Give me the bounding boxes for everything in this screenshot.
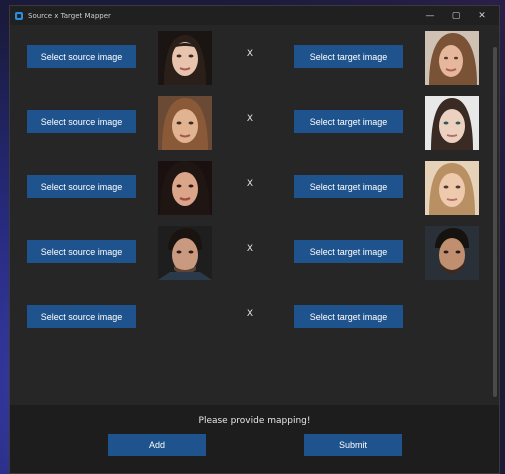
source-image-thumbnail: [158, 161, 212, 215]
source-image-thumbnail: [158, 31, 212, 85]
title-bar[interactable]: Source x Target Mapper — ▢ ✕: [10, 6, 499, 25]
select-target-button[interactable]: Select target image: [294, 305, 403, 328]
mapping-row: Select source image X Select target imag…: [10, 224, 499, 280]
mapping-row: Select source image X Select target imag…: [10, 289, 499, 345]
mapping-list: Select source image X Select target imag…: [10, 25, 499, 405]
target-image-thumbnail: [425, 161, 479, 215]
mapping-separator: X: [246, 114, 254, 124]
maximize-icon[interactable]: ▢: [443, 6, 469, 25]
scrollbar[interactable]: [493, 47, 497, 397]
mapping-row: Select source image X Select target imag…: [10, 159, 499, 215]
select-source-button[interactable]: Select source image: [27, 240, 136, 263]
close-icon[interactable]: ✕: [469, 6, 495, 25]
submit-button[interactable]: Submit: [304, 434, 402, 456]
target-image-thumbnail: [425, 31, 479, 85]
window-controls: — ▢ ✕: [417, 6, 495, 25]
source-image-thumbnail: [158, 96, 212, 150]
target-image-thumbnail: [425, 96, 479, 150]
select-source-button[interactable]: Select source image: [27, 175, 136, 198]
mapping-separator: X: [246, 179, 254, 189]
window-title: Source x Target Mapper: [28, 11, 111, 20]
select-target-button[interactable]: Select target image: [294, 45, 403, 68]
add-button[interactable]: Add: [108, 434, 206, 456]
mapping-separator: X: [246, 244, 254, 254]
source-image-thumbnail: [158, 226, 212, 280]
footer-bar: Please provide mapping! Add Submit: [10, 405, 499, 473]
select-source-button[interactable]: Select source image: [27, 305, 136, 328]
select-target-button[interactable]: Select target image: [294, 240, 403, 263]
minimize-icon[interactable]: —: [417, 6, 443, 25]
select-source-button[interactable]: Select source image: [27, 110, 136, 133]
target-image-thumbnail: [425, 226, 479, 280]
select-source-button[interactable]: Select source image: [27, 45, 136, 68]
select-target-button[interactable]: Select target image: [294, 175, 403, 198]
mapping-row: Select source image X Select target imag…: [10, 94, 499, 150]
select-target-button[interactable]: Select target image: [294, 110, 403, 133]
mapping-separator: X: [246, 49, 254, 59]
app-icon: [15, 11, 23, 20]
app-window: Source x Target Mapper — ▢ ✕ Select sour…: [9, 5, 500, 474]
status-message: Please provide mapping!: [198, 416, 311, 426]
mapping-row: Select source image X Select target imag…: [10, 29, 499, 85]
mapping-separator: X: [246, 309, 254, 319]
